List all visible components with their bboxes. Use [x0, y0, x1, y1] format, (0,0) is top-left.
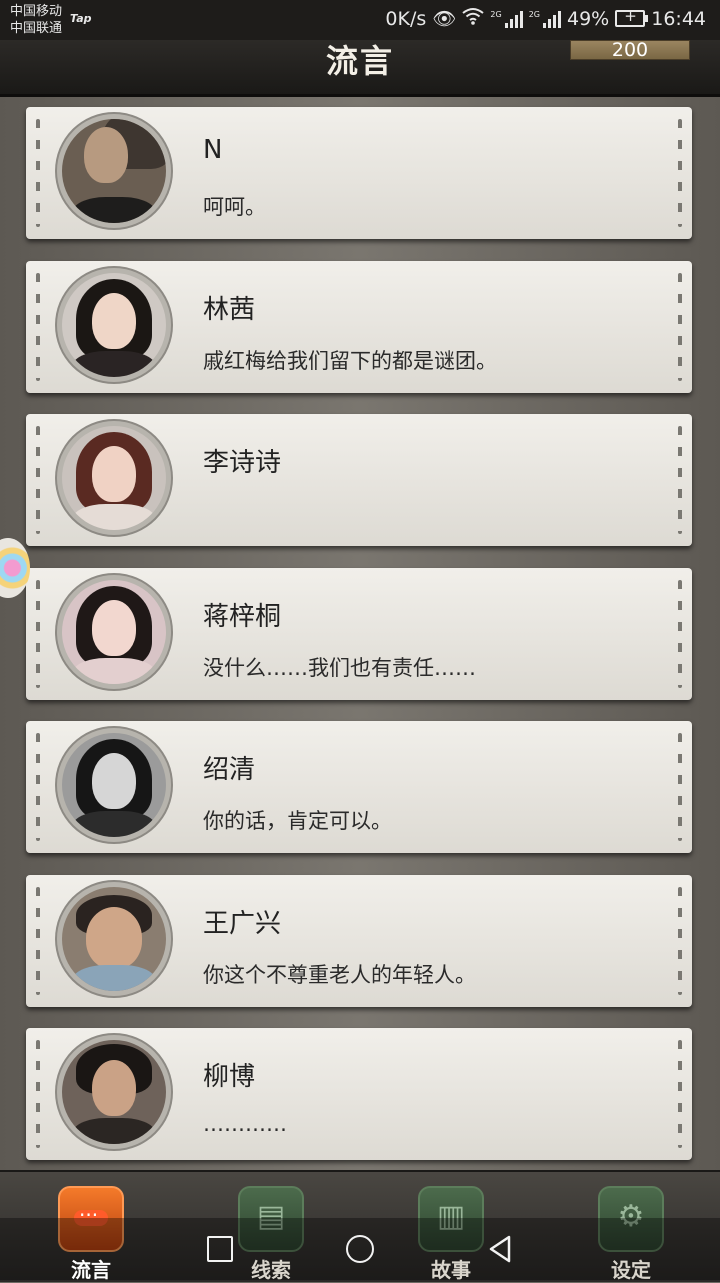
status-bar: 中国移动 中国联通 Tap 0K/s 👁 2G 2G 49% 16:44: [0, 0, 720, 40]
battery-icon: [615, 7, 649, 27]
card-stitch-right: [678, 733, 682, 841]
contact-message: 戚红梅给我们留下的都是谜团。: [203, 349, 497, 373]
contact-list[interactable]: N 呵呵。 林茜 戚红梅给我们留下的都是谜团。 李诗诗 蒋梓桐 没什么……我们也…: [0, 97, 720, 1170]
contact-card-li-shishi[interactable]: 李诗诗: [26, 414, 692, 546]
contact-message: 你的话，肯定可以。: [203, 809, 392, 833]
contact-name: 林茜: [203, 295, 256, 325]
net-speed: 0K/s: [385, 7, 427, 30]
contact-name: 王广兴: [203, 909, 282, 939]
card-stitch-left: [36, 119, 40, 227]
tap-badge: Tap: [70, 12, 92, 25]
recents-button[interactable]: [205, 1234, 235, 1264]
back-triangle-icon: [489, 1235, 511, 1263]
battery-percent: 49%: [567, 7, 610, 30]
tab-label: 线索: [251, 1258, 291, 1282]
tab-label: 故事: [431, 1258, 471, 1282]
avatar[interactable]: [62, 426, 166, 530]
circle-icon: [346, 1235, 374, 1263]
contact-name: 柳博: [203, 1062, 256, 1092]
contact-name: 李诗诗: [203, 448, 282, 478]
avatar[interactable]: [62, 580, 166, 684]
coin-counter[interactable]: 200: [570, 40, 690, 60]
contact-message: …………: [203, 1112, 287, 1136]
contact-card-lin-xi[interactable]: 林茜 戚红梅给我们留下的都是谜团。: [26, 261, 692, 393]
card-stitch-right: [678, 119, 682, 227]
avatar[interactable]: [62, 1040, 166, 1144]
avatar[interactable]: [62, 119, 166, 223]
card-stitch-left: [36, 887, 40, 995]
card-stitch-right: [678, 273, 682, 381]
clock: 16:44: [651, 7, 706, 30]
contact-name: 绍清: [203, 755, 256, 785]
signal-2-icon: 2G: [529, 10, 561, 28]
card-stitch-left: [36, 273, 40, 381]
wifi-icon: [462, 7, 485, 30]
carrier-2: 中国联通: [10, 21, 63, 36]
app-header: 流言 200: [0, 40, 720, 97]
carrier-labels: 中国移动 中国联通: [10, 3, 62, 37]
contact-message: 呵呵。: [203, 195, 266, 219]
card-stitch-left: [36, 426, 40, 534]
home-button[interactable]: [345, 1234, 375, 1264]
card-stitch-left: [36, 1040, 40, 1148]
eye-icon: 👁: [432, 8, 457, 30]
avatar[interactable]: [62, 273, 166, 377]
signal-1-icon: 2G: [490, 10, 523, 28]
contact-card-shao-qing[interactable]: 绍清 你的话，肯定可以。: [26, 721, 692, 853]
avatar[interactable]: [62, 733, 166, 837]
back-button[interactable]: [485, 1234, 515, 1264]
contact-message: 没什么……我们也有责任……: [203, 656, 476, 680]
card-stitch-right: [678, 887, 682, 995]
square-icon: [207, 1236, 233, 1262]
card-stitch-left: [36, 733, 40, 841]
carrier-1: 中国移动: [10, 4, 63, 19]
contact-card-n[interactable]: N 呵呵。: [26, 107, 692, 239]
contact-name: N: [203, 135, 223, 165]
contact-card-liu-bo[interactable]: 柳博 …………: [26, 1028, 692, 1160]
status-indicators: 0K/s 👁 2G 2G 49% 16:44: [385, 7, 706, 30]
card-stitch-right: [678, 426, 682, 534]
contact-name: 蒋梓桐: [203, 602, 282, 632]
contact-message: 你这个不尊重老人的年轻人。: [203, 963, 476, 987]
tab-label: 流言: [71, 1258, 111, 1282]
contact-card-jiang-zitong[interactable]: 蒋梓桐 没什么……我们也有责任……: [26, 568, 692, 700]
card-stitch-right: [678, 1040, 682, 1148]
contact-card-wang-guangxing[interactable]: 王广兴 你这个不尊重老人的年轻人。: [26, 875, 692, 1007]
avatar[interactable]: [62, 887, 166, 991]
card-stitch-left: [36, 580, 40, 688]
card-stitch-right: [678, 580, 682, 688]
tab-label: 设定: [611, 1258, 651, 1282]
